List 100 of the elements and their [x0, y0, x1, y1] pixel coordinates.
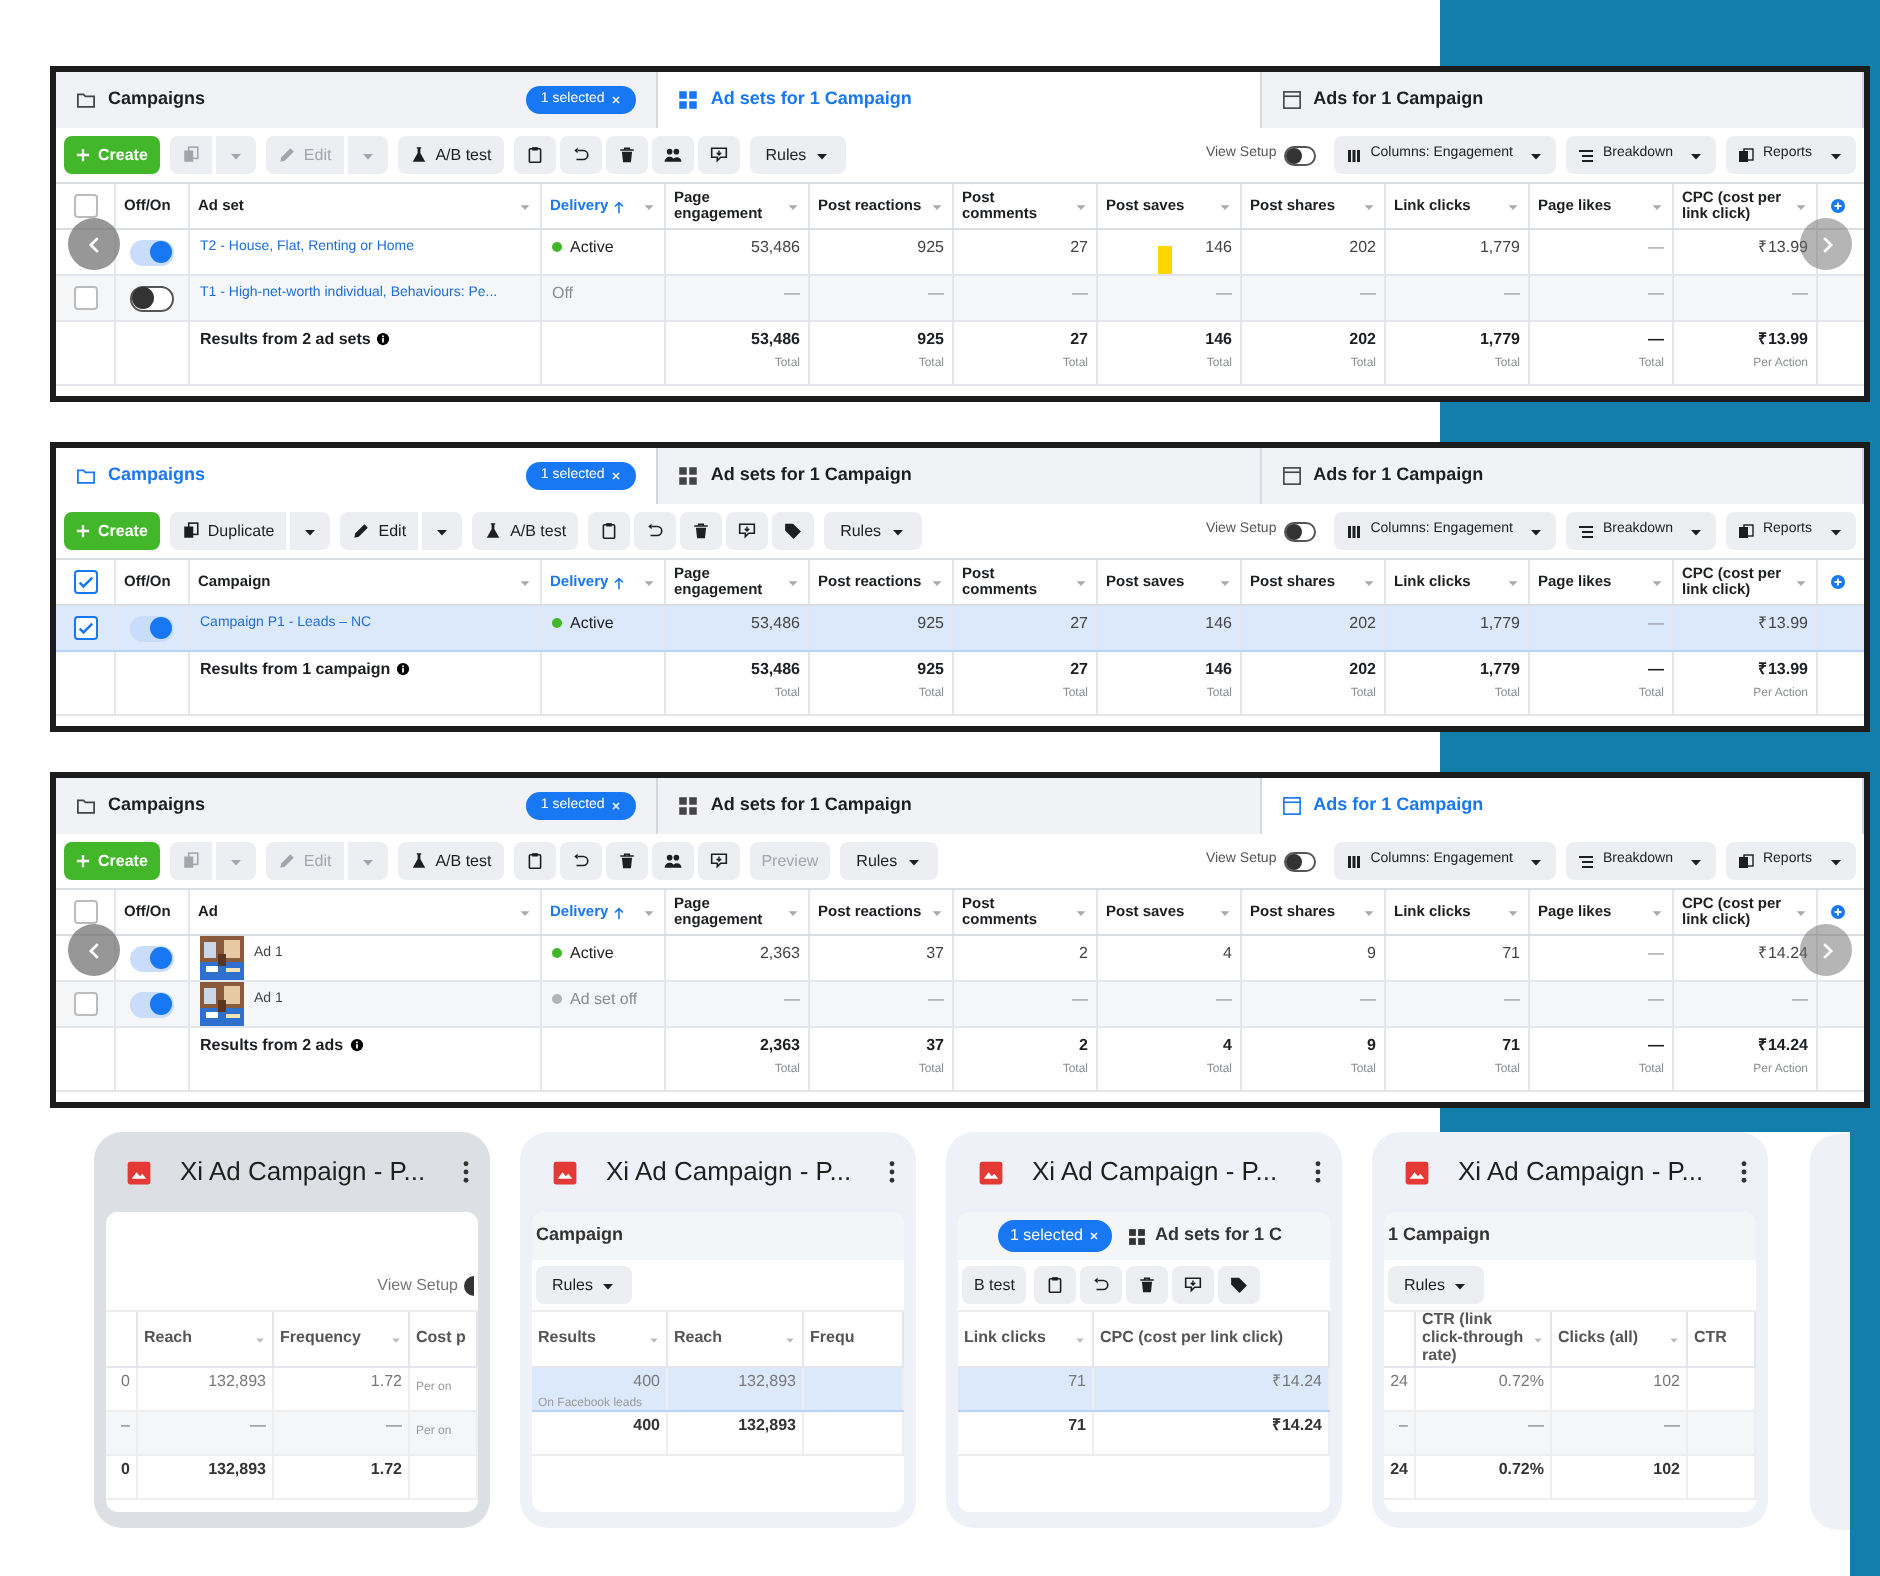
column-header[interactable]: CTR (link click-through rate) — [1422, 1312, 1532, 1366]
column-header[interactable]: Results — [538, 1330, 596, 1348]
file-title[interactable]: Xi Ad Campaign - P... — [1458, 1152, 1704, 1192]
column-header[interactable]: Frequency — [280, 1330, 361, 1348]
column-header[interactable]: Reach — [674, 1330, 723, 1348]
table-cell: 71 — [1068, 1374, 1086, 1390]
tab[interactable]: Ad sets for 1 Campaign — [658, 448, 1262, 504]
table-row[interactable]: 71 ₹14.24 — [958, 1412, 1330, 1456]
icon-button[interactable] — [680, 512, 723, 550]
toolbar-button[interactable]: B test — [962, 1266, 1027, 1304]
icon-button[interactable] — [513, 136, 556, 174]
tab[interactable]: Ad sets for 1 Campaign — [658, 778, 1262, 834]
rules-dropdown[interactable]: Rules — [840, 842, 938, 880]
checkbox[interactable] — [73, 900, 97, 924]
tab[interactable]: Ads for 1 Campaign — [1261, 72, 1864, 128]
checkbox[interactable] — [73, 570, 97, 594]
tab[interactable]: Ad sets for 1 Campaign — [658, 72, 1262, 128]
file-card[interactable]: Xi Ad Campaign - P... 1 selected Ad sets for 1 C B test Link clicks CPC (cost per link click) 71 ₹14.24 71 ₹14.24 — [946, 1132, 1342, 1528]
column-header[interactable]: Clicks (all) — [1558, 1330, 1639, 1348]
plus-icon — [76, 854, 90, 868]
reports-icon — [1738, 523, 1755, 539]
icon-button[interactable] — [726, 512, 769, 550]
table-row[interactable]: 71 ₹14.24 — [958, 1368, 1330, 1412]
toggle-switch[interactable] — [1284, 145, 1317, 165]
caret-icon — [390, 1333, 402, 1345]
icon-button[interactable] — [605, 136, 648, 174]
icon-button[interactable] — [772, 512, 815, 550]
speech-bubble-icon — [1184, 1276, 1203, 1294]
table-cell: — — [1648, 286, 1664, 302]
icon-button[interactable] — [697, 136, 740, 174]
icon-button[interactable] — [559, 842, 602, 880]
table-row[interactable]: 24 0.72% 102 — [1384, 1368, 1756, 1412]
plus-icon — [1830, 904, 1846, 920]
icon-button[interactable] — [1126, 1266, 1169, 1304]
checkbox[interactable] — [73, 286, 97, 310]
icon-button[interactable] — [651, 842, 694, 880]
rules-dropdown[interactable]: Rules — [1388, 1266, 1485, 1304]
toggle-switch[interactable] — [464, 1275, 474, 1295]
icon-button[interactable] — [559, 136, 602, 174]
rules-dropdown[interactable]: Rules — [536, 1266, 633, 1304]
toggle-switch[interactable] — [130, 285, 174, 311]
icon-button[interactable] — [1034, 1266, 1077, 1304]
caret-icon — [786, 199, 800, 213]
tab[interactable]: 1 Campaign — [1384, 1222, 1491, 1250]
file-title[interactable]: Xi Ad Campaign - P... — [606, 1152, 852, 1192]
status-label: Off — [552, 286, 574, 302]
rules-dropdown[interactable]: Rules — [824, 512, 922, 550]
file-title[interactable]: Xi Ad Campaign - P... — [1032, 1152, 1278, 1192]
toggle-switch[interactable] — [1284, 521, 1317, 541]
checkbox[interactable] — [73, 992, 97, 1016]
table-row[interactable]: – — — — [1384, 1412, 1756, 1456]
table-cell: 9 — [1367, 1038, 1376, 1054]
icon-button[interactable] — [634, 512, 677, 550]
undo-icon — [571, 146, 590, 164]
table-row[interactable]: 400 132,893 — [532, 1412, 904, 1456]
pencil-icon — [277, 852, 296, 870]
column-header[interactable]: Link clicks — [964, 1330, 1046, 1348]
icon-button[interactable] — [697, 842, 740, 880]
selection-chip[interactable]: 1 selected — [998, 1220, 1113, 1252]
column-header[interactable]: Frequ — [810, 1330, 855, 1348]
table-cell: — — [1792, 992, 1808, 1008]
column-header[interactable]: CTR — [1694, 1330, 1727, 1348]
file-title[interactable]: Xi Ad Campaign - P... — [180, 1152, 426, 1192]
table-cell: 27 — [1070, 240, 1088, 256]
view-setup-label: View Setup — [377, 1273, 458, 1297]
toggle-switch[interactable] — [1284, 851, 1317, 871]
tab[interactable]: Ad sets for 1 C — [1124, 1222, 1282, 1250]
folder-icon — [76, 796, 96, 816]
checkbox[interactable] — [73, 194, 97, 218]
table-cell: 202 — [1349, 332, 1376, 348]
table-row[interactable]: 24 0.72% 102 — [1384, 1456, 1756, 1500]
rules-dropdown[interactable]: Rules — [749, 136, 847, 174]
icon-button[interactable] — [605, 842, 648, 880]
icon-button[interactable] — [1080, 1266, 1123, 1304]
trash-icon — [1138, 1276, 1157, 1294]
column-header[interactable]: Cost p — [416, 1330, 466, 1348]
table-row[interactable]: 0 132,893 1.72 — [106, 1456, 478, 1500]
icon-button[interactable] — [588, 512, 631, 550]
toolbar-button[interactable]: A/B test — [397, 136, 504, 174]
toolbar-button[interactable]: A/B test — [472, 512, 579, 550]
image-icon — [126, 1159, 152, 1185]
icon-button[interactable] — [1218, 1266, 1261, 1304]
sort-arrow-icon — [612, 905, 627, 919]
column-header[interactable]: CPC (cost per link click) — [1100, 1330, 1284, 1348]
toolbar-button[interactable]: A/B test — [397, 842, 504, 880]
copy-icon — [181, 522, 200, 540]
tab[interactable]: Ads for 1 Campaign — [1261, 778, 1864, 834]
tab[interactable]: Campaign — [532, 1222, 624, 1250]
icon-button[interactable] — [513, 842, 556, 880]
duplicate-button[interactable]: Duplicate — [169, 512, 287, 550]
edit-button[interactable]: Edit — [340, 512, 419, 550]
icon-button[interactable] — [1172, 1266, 1215, 1304]
column-header[interactable]: Reach — [144, 1330, 193, 1348]
file-card[interactable]: Xi Ad Campaign - P... 1 Campaign Rules CTR (link click-through rate) Clicks (all) CTR 24 0.72% 102 – — — 24 0.72% 102 — [1372, 1132, 1768, 1528]
tab[interactable]: Ads for 1 Campaign — [1261, 448, 1864, 504]
table-cell: ₹13.99 — [1757, 332, 1808, 348]
checkbox[interactable] — [73, 616, 97, 640]
table-cell: — — [386, 1418, 402, 1434]
icon-button[interactable] — [651, 136, 694, 174]
table-cell: — — [784, 286, 800, 302]
